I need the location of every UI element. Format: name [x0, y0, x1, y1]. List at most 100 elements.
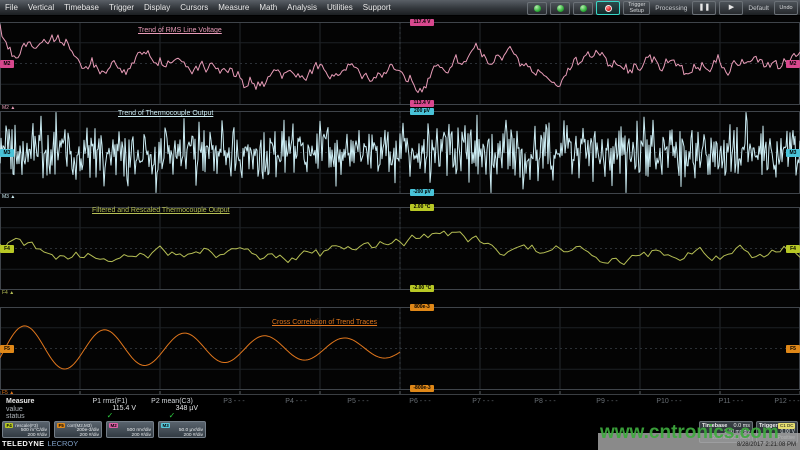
watermark-text: www.cntronics.com [600, 422, 779, 444]
zero-level-tag-left-m2[interactable]: M2 [0, 60, 14, 68]
trace-title-f4: Filtered and Rescaled Thermocouple Outpu… [92, 207, 230, 214]
zero-level-tag-left-f5[interactable]: F5 [0, 345, 14, 353]
grid-top-value-tag-f4: 2.00 °C [410, 204, 434, 211]
zero-level-tag-right-f4[interactable]: F4 [786, 245, 800, 253]
measure-column-p7: P7 - - - [454, 395, 512, 421]
menu-item-file[interactable]: File [0, 3, 23, 12]
zero-level-tag-left-f4[interactable]: F4 [0, 245, 14, 253]
measure-column-p2: P2 mean(C3)348 µV✓ [143, 395, 201, 421]
measure-header-p10[interactable]: P10 - - - [640, 398, 698, 405]
zero-level-tag-right-f5[interactable]: F5 [786, 345, 800, 353]
measure-header-p6[interactable]: P6 - - - [391, 398, 449, 405]
play-icon: ▶ [729, 5, 734, 11]
bottom-status-strip: F4rescale(F3)500 m°C/div200 #/divF5corr(… [0, 420, 800, 450]
menu-bar: FileVerticalTimebaseTriggerDisplayCursor… [0, 0, 800, 16]
grid-bottom-value-tag-f4: -2.00 °C [410, 285, 434, 292]
measure-header-p12[interactable]: P12 - - - [758, 398, 800, 405]
menu-item-cursors[interactable]: Cursors [175, 3, 213, 12]
status-row-label: status [6, 413, 25, 420]
grid-bottom-value-tag-f5: -800e-3 [410, 385, 434, 392]
measure-row-label: Measure [6, 398, 34, 405]
menu-item-display[interactable]: Display [139, 3, 175, 12]
app-shortcut-button-3[interactable] [573, 2, 593, 15]
descriptor-box-m3[interactable]: M350.0 µV/div200 #/div [158, 421, 206, 438]
descriptor-hdiv: 200 #/div [5, 433, 47, 438]
measure-column-p1: P1 rms(F1)115.4 V✓ [81, 395, 139, 421]
descriptor-hdiv: 200 #/div [57, 433, 99, 438]
menu-item-math[interactable]: Math [254, 3, 282, 12]
descriptor-chip-m2: M2 [109, 423, 118, 428]
descriptor-hdiv: 200 #/div [109, 433, 151, 438]
descriptor-chip-m3: M3 [161, 423, 170, 428]
toolbar: Trigger Setup Processing ❚❚ ▶ Default Un… [527, 1, 798, 15]
record-button[interactable] [596, 1, 620, 15]
app-shortcut-button-1[interactable] [527, 2, 547, 15]
grid-marker-m3: M3 ▲ [2, 195, 15, 200]
waveform-display-area[interactable]: Trend of RMS Line VoltageM2M2117.4 V113.… [0, 16, 800, 394]
menu-item-measure[interactable]: Measure [213, 3, 254, 12]
zero-level-tag-right-m2[interactable]: M2 [786, 60, 800, 68]
measure-header-p7[interactable]: P7 - - - [454, 398, 512, 405]
grid-marker-f5: F5 ▲ [2, 391, 14, 396]
zero-level-tag-left-m3[interactable]: M3 [0, 149, 14, 157]
descriptor-chip-f5: F5 [57, 423, 65, 428]
measure-header-p5[interactable]: P5 - - - [329, 398, 387, 405]
descriptor-box-f5[interactable]: F5corr(M2,M3)200e-3/div200 #/div [54, 421, 102, 438]
brand-logo: TELEDYNELECROY [2, 439, 78, 448]
menu-item-trigger[interactable]: Trigger [104, 3, 139, 12]
measure-column-p11: P11 - - - [702, 395, 760, 421]
descriptor-chip-f4: F4 [5, 423, 13, 428]
menu-items: FileVerticalTimebaseTriggerDisplayCursor… [0, 3, 396, 12]
measure-column-p6: P6 - - - [391, 395, 449, 421]
app-shortcut-button-2[interactable] [550, 2, 570, 15]
grid-marker-m2: M2 ▲ [2, 106, 15, 111]
measure-header-p9[interactable]: P9 - - - [578, 398, 636, 405]
measure-header-p1[interactable]: P1 rms(F1) [81, 398, 139, 405]
app-icon [580, 5, 587, 12]
grid-and-traces [0, 16, 800, 394]
trigger-setup-button[interactable]: Trigger Setup [623, 1, 650, 15]
grid-bottom-value-tag-m3: -200 µV [410, 189, 434, 196]
measure-status-check-p2: ✓ [143, 412, 201, 419]
grid-top-value-tag-f5: 800e-3 [410, 304, 434, 311]
measure-column-p9: P9 - - - [578, 395, 636, 421]
play-button[interactable]: ▶ [719, 1, 743, 15]
oscilloscope-screen: FileVerticalTimebaseTriggerDisplayCursor… [0, 0, 800, 450]
pause-icon: ❚❚ [699, 5, 711, 11]
measure-column-p5: P5 - - - [329, 395, 387, 421]
default-setup-label: Default [746, 5, 771, 12]
menu-item-utilities[interactable]: Utilities [322, 3, 358, 12]
menu-item-support[interactable]: Support [358, 3, 396, 12]
app-icon [557, 5, 564, 12]
pause-button[interactable]: ❚❚ [692, 1, 716, 15]
trace-f5 [0, 326, 400, 369]
measure-header-p11[interactable]: P11 - - - [702, 398, 760, 405]
measure-header-p2[interactable]: P2 mean(C3) [143, 398, 201, 405]
menu-item-analysis[interactable]: Analysis [282, 3, 322, 12]
undo-button[interactable]: Undo [774, 1, 798, 15]
grid-top-value-tag-m3: 200 µV [410, 108, 434, 115]
menu-item-vertical[interactable]: Vertical [23, 3, 59, 12]
grid-bottom-value-tag-m2: 113.4 V [410, 100, 434, 107]
measure-column-p10: P10 - - - [640, 395, 698, 421]
measure-header-p4[interactable]: P4 - - - [267, 398, 325, 405]
processing-status: Processing [653, 5, 689, 12]
measure-column-p3: P3 - - - [205, 395, 263, 421]
descriptor-box-m2[interactable]: M2500 mV/div200 #/div [106, 421, 154, 438]
measure-header-p3[interactable]: P3 - - - [205, 398, 263, 405]
measure-column-p12: P12 - - - [758, 395, 800, 421]
value-row-label: value [6, 406, 23, 413]
measure-status-check-p1: ✓ [81, 412, 139, 419]
measure-header-p8[interactable]: P8 - - - [516, 398, 574, 405]
app-icon [534, 5, 541, 12]
trigger-source-chip: C1 DC [778, 423, 795, 429]
trace-title-m3: Trend of Thermocouple Output [118, 110, 213, 117]
measure-table: Measure value status P1 rms(F1)115.4 V✓P… [0, 394, 800, 420]
zero-level-tag-right-m3[interactable]: M3 [786, 149, 800, 157]
menu-item-timebase[interactable]: Timebase [59, 3, 104, 12]
record-icon [605, 5, 612, 12]
grid-top-value-tag-m2: 117.4 V [410, 19, 434, 26]
grid-marker-f4: F4 ▲ [2, 291, 14, 296]
measure-column-p4: P4 - - - [267, 395, 325, 421]
descriptor-box-f4[interactable]: F4rescale(F3)500 m°C/div200 #/div [2, 421, 50, 438]
